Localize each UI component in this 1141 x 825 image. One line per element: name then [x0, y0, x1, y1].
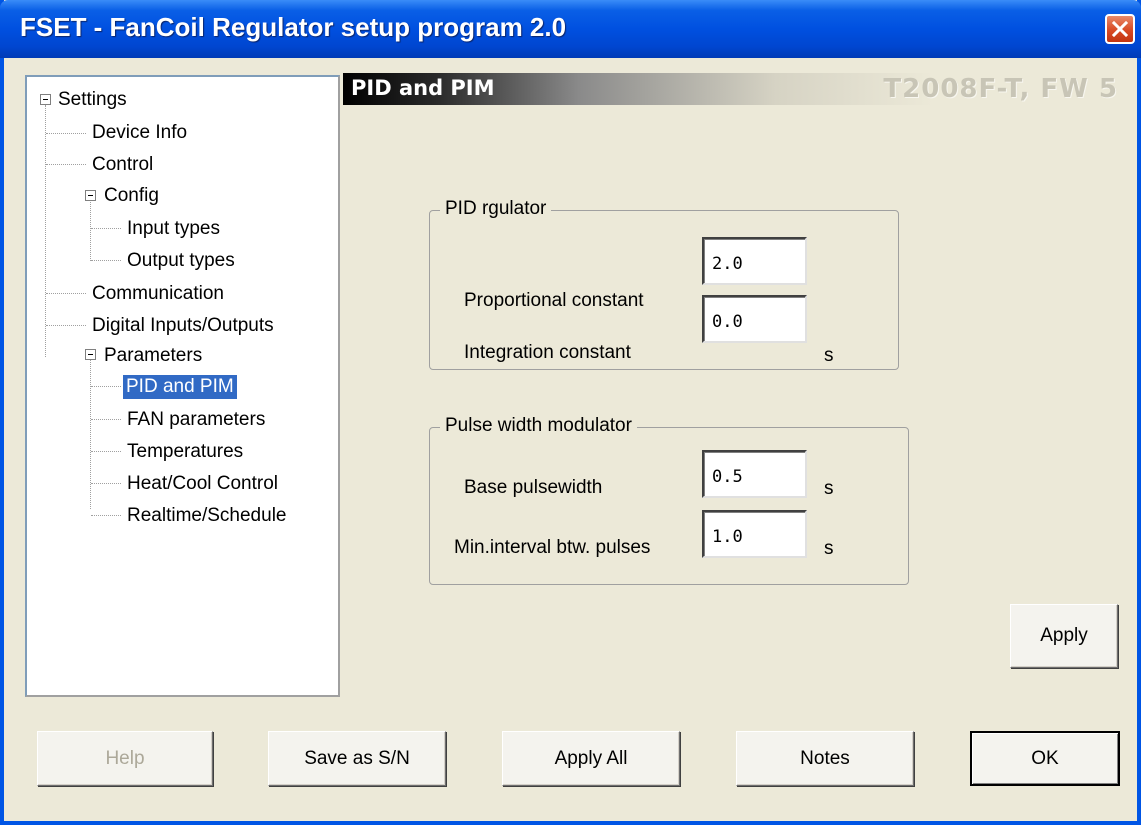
tree-line: [46, 133, 86, 135]
tree-item-device-info[interactable]: Device Info: [89, 121, 190, 145]
tree-item-fan-parameters[interactable]: FAN parameters: [124, 408, 268, 432]
min-interval-label: Min.interval btw. pulses: [454, 537, 651, 558]
tree-line: [46, 164, 86, 166]
tree-line: [45, 105, 47, 357]
apply-button[interactable]: Apply: [1010, 604, 1118, 668]
integration-label: Integration constant: [464, 342, 631, 363]
tree-item-output-types[interactable]: Output types: [124, 249, 238, 273]
pwm-group: Pulse width modulator: [429, 415, 909, 585]
tree-item-parameters[interactable]: Parameters: [101, 344, 205, 368]
notes-button[interactable]: Notes: [736, 731, 914, 786]
device-label: T2008F-T, FW 5: [883, 74, 1118, 104]
tree-line: [91, 228, 121, 230]
tree-line: [91, 419, 121, 421]
proportional-input[interactable]: [702, 237, 807, 285]
tree-line: [90, 199, 92, 261]
collapse-icon[interactable]: [85, 190, 96, 201]
tree-item-temperatures[interactable]: Temperatures: [124, 440, 246, 464]
tree-item-pid-pim[interactable]: PID and PIM: [122, 374, 238, 400]
tree-item-realtime-schedule[interactable]: Realtime/Schedule: [124, 504, 289, 528]
tree-line: [90, 359, 92, 509]
window-title: FSET - FanCoil Regulator setup program 2…: [20, 12, 567, 42]
apply-all-button[interactable]: Apply All: [502, 731, 680, 786]
integration-input[interactable]: [702, 295, 807, 343]
close-icon: [1112, 21, 1128, 37]
section-header: PID and PIM T2008F-T, FW 5: [343, 73, 1130, 105]
tree-item-heat-cool[interactable]: Heat/Cool Control: [124, 472, 281, 496]
close-button[interactable]: [1105, 14, 1135, 44]
tree-line: [46, 325, 86, 327]
section-title: PID and PIM: [351, 76, 495, 100]
tree-item-control[interactable]: Control: [89, 153, 156, 177]
tree-line: [91, 260, 121, 262]
integration-unit: s: [824, 345, 834, 366]
tree-item-communication[interactable]: Communication: [89, 282, 227, 306]
settings-tree[interactable]: Settings Device Info Control Config Inpu…: [25, 75, 340, 697]
proportional-label: Proportional constant: [464, 290, 644, 311]
title-bar[interactable]: FSET - FanCoil Regulator setup program 2…: [0, 0, 1141, 58]
save-sn-button[interactable]: Save as S/N: [268, 731, 446, 786]
base-pulsewidth-unit: s: [824, 478, 834, 499]
pwm-group-legend: Pulse width modulator: [440, 415, 637, 437]
tree-line: [91, 451, 121, 453]
tree-item-input-types[interactable]: Input types: [124, 217, 223, 241]
base-pulsewidth-label: Base pulsewidth: [464, 477, 603, 498]
tree-line: [91, 483, 121, 485]
help-button[interactable]: Help: [37, 731, 213, 786]
min-interval-input[interactable]: [702, 510, 807, 558]
app-window: FSET - FanCoil Regulator setup program 2…: [0, 0, 1141, 825]
min-interval-unit: s: [824, 538, 834, 559]
base-pulsewidth-input[interactable]: [702, 450, 807, 498]
collapse-icon[interactable]: [85, 349, 96, 360]
ok-button[interactable]: OK: [970, 731, 1120, 786]
pid-group-legend: PID rgulator: [440, 198, 552, 220]
tree-line: [46, 293, 86, 295]
tree-line: [91, 515, 121, 517]
tree-line: [91, 386, 121, 388]
tree-item-settings[interactable]: Settings: [55, 88, 130, 112]
tree-item-digital-io[interactable]: Digital Inputs/Outputs: [89, 314, 277, 338]
tree-item-config[interactable]: Config: [101, 184, 162, 208]
collapse-icon[interactable]: [40, 94, 51, 105]
